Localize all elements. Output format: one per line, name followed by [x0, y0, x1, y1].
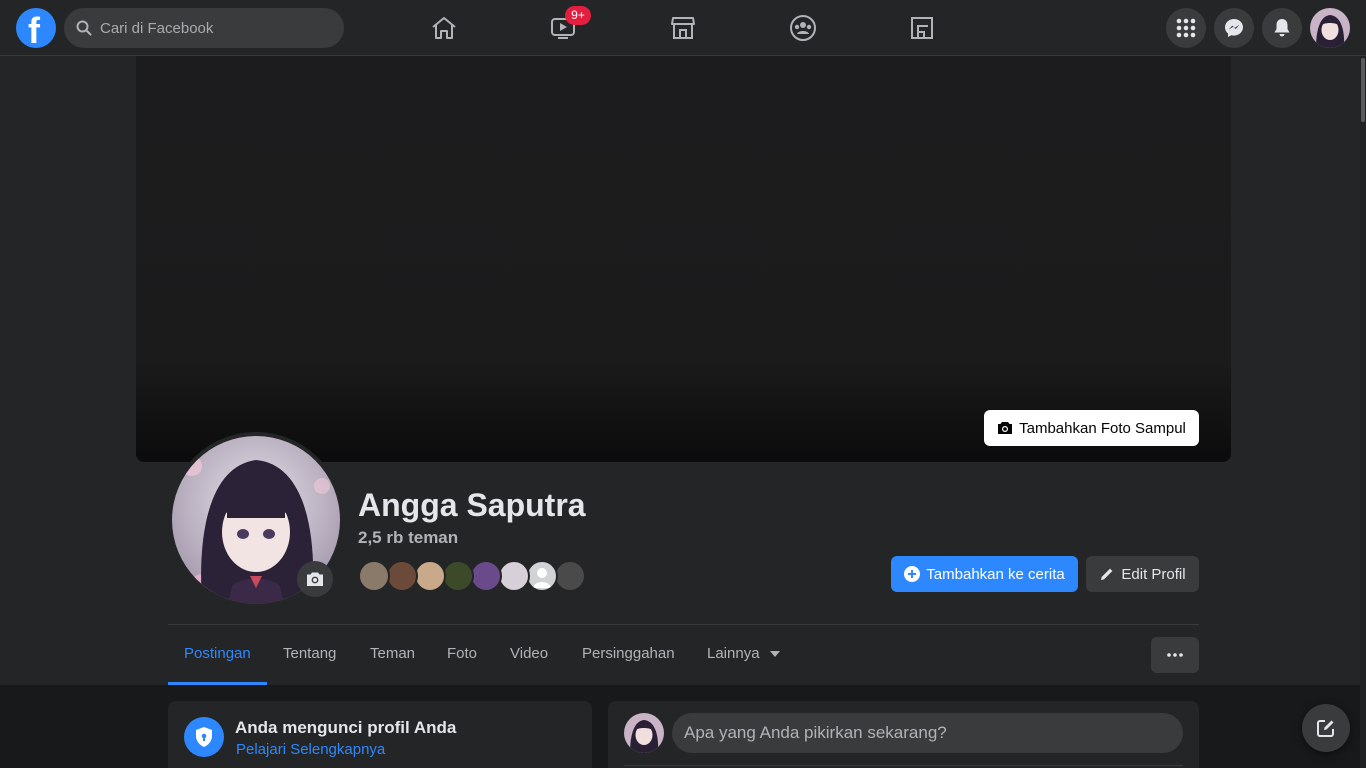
update-profile-picture-button[interactable]	[297, 561, 333, 597]
add-cover-photo-label: Tambahkan Foto Sampul	[1019, 419, 1186, 437]
edit-profile-button[interactable]: Edit Profil	[1086, 556, 1199, 592]
post-composer: Apa yang Anda pikirkan sekarang?	[608, 701, 1199, 768]
caret-down-icon	[769, 651, 780, 658]
tab-label: Video	[510, 645, 549, 662]
facebook-logo[interactable]: f	[16, 8, 56, 51]
watch-badge: 9+	[565, 6, 591, 25]
search-box[interactable]	[64, 8, 344, 48]
ellipsis-icon	[1167, 653, 1183, 657]
new-message-button[interactable]	[1302, 704, 1350, 752]
facebook-logo-letter: f	[28, 10, 40, 51]
search-icon	[76, 20, 92, 36]
profile-name: Angga Saputra	[358, 487, 586, 523]
messenger-button[interactable]	[1214, 8, 1254, 48]
home-icon	[432, 17, 456, 39]
composer-avatar[interactable]	[624, 713, 664, 753]
menu-grid-icon	[1176, 18, 1196, 38]
page-scrollbar[interactable]	[1360, 56, 1366, 768]
menu-button[interactable]	[1166, 8, 1206, 48]
lock-notice-title: Anda mengunci profil Anda	[235, 718, 457, 737]
camera-icon	[998, 422, 1013, 434]
account-avatar[interactable]	[1310, 8, 1350, 48]
nav-watch[interactable]: 9+	[543, 6, 591, 48]
tab-label: Lainnya	[707, 645, 760, 662]
tab-label: Persinggahan	[582, 645, 675, 662]
plus-circle-icon	[904, 566, 921, 582]
friend-avatar[interactable]	[358, 560, 390, 592]
friend-avatar[interactable]	[470, 560, 502, 592]
add-to-story-button[interactable]: Tambahkan ke cerita	[891, 556, 1078, 592]
tab-label: Tentang	[283, 645, 337, 662]
tab-label: Teman	[370, 645, 416, 662]
learn-more-link[interactable]: Pelajari Selengkapnya	[236, 741, 385, 758]
marketplace-icon	[671, 17, 695, 39]
composer-input[interactable]: Apa yang Anda pikirkan sekarang?	[672, 713, 1183, 753]
tab-more[interactable]: Lainnya	[691, 625, 796, 685]
tab-about[interactable]: Tentang	[267, 625, 352, 685]
friend-avatar[interactable]	[414, 560, 446, 592]
more-options-button[interactable]	[1151, 637, 1199, 673]
tab-label: Foto	[447, 645, 478, 662]
scrollbar-thumb[interactable]	[1361, 58, 1365, 122]
friend-avatars	[358, 560, 598, 592]
friend-avatar[interactable]	[498, 560, 530, 592]
pencil-icon	[1101, 568, 1113, 580]
add-cover-photo-button[interactable]: Tambahkan Foto Sampul	[984, 410, 1199, 446]
tab-photos[interactable]: Foto	[431, 625, 493, 685]
tab-friends[interactable]: Teman	[354, 625, 431, 685]
notifications-icon	[1274, 19, 1290, 37]
friend-avatar[interactable]	[554, 560, 586, 592]
friend-avatar[interactable]	[386, 560, 418, 592]
composer-divider	[624, 765, 1183, 766]
add-to-story-label: Tambahkan ke cerita	[926, 565, 1065, 583]
friend-avatar[interactable]	[526, 560, 558, 592]
top-navigation-bar: f 9+	[0, 0, 1366, 56]
tab-label: Postingan	[184, 645, 251, 662]
profile-lock-card: Anda mengunci profil Anda Pelajari Selen…	[168, 701, 592, 768]
tab-check-ins[interactable]: Persinggahan	[566, 625, 691, 685]
cover-photo	[136, 56, 1231, 462]
friend-count[interactable]: 2,5 rb teman	[358, 528, 458, 548]
friend-avatar[interactable]	[442, 560, 474, 592]
tab-videos[interactable]: Video	[494, 625, 564, 685]
compose-icon	[1317, 720, 1334, 737]
nav-home[interactable]	[424, 8, 464, 48]
groups-icon	[790, 15, 816, 41]
nav-groups[interactable]	[783, 8, 823, 48]
tab-posts[interactable]: Postingan	[168, 625, 267, 685]
edit-profile-label: Edit Profil	[1121, 565, 1186, 583]
shield-icon	[184, 717, 224, 757]
gaming-icon	[911, 17, 933, 39]
nav-marketplace[interactable]	[663, 8, 703, 48]
camera-icon	[307, 572, 323, 586]
search-input[interactable]	[100, 8, 330, 48]
nav-gaming[interactable]	[902, 8, 942, 48]
messenger-icon	[1225, 19, 1243, 37]
notifications-button[interactable]	[1262, 8, 1302, 48]
